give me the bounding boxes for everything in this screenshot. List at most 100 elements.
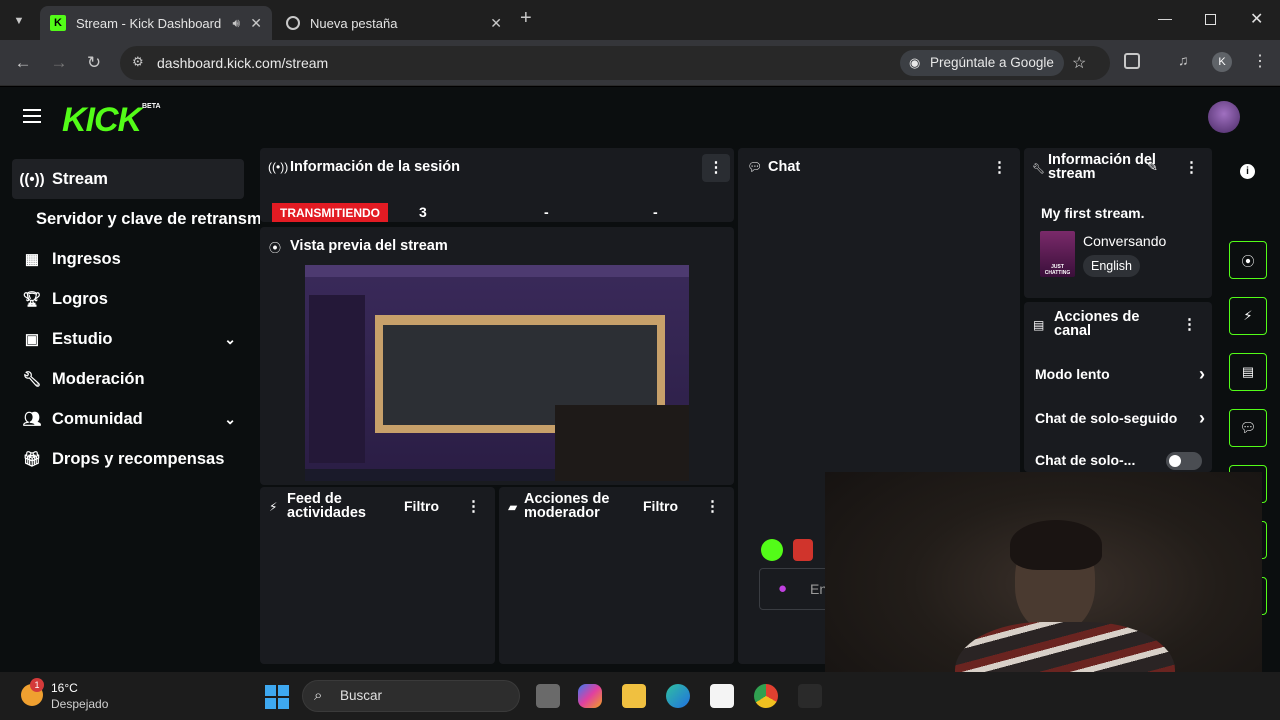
tab-new-tab[interactable]: Nueva pestaña ✕	[276, 6, 512, 40]
category-name[interactable]: Conversando	[1083, 233, 1166, 249]
store-icon[interactable]	[710, 684, 734, 708]
microphone-icon[interactable]: ●	[778, 580, 787, 597]
panel-menu-icon[interactable]: ⋮	[1182, 315, 1197, 333]
reload-icon[interactable]: ↻	[83, 52, 105, 74]
category-thumbnail: JUST CHATTING	[1040, 231, 1075, 277]
filter-button[interactable]: Filtro	[643, 498, 678, 514]
forward-icon[interactable]: →	[48, 52, 70, 74]
sidebar-item-drops[interactable]: 🎁︎ Drops y recompensas	[12, 439, 244, 479]
sidebar-item-ingresos[interactable]: ▦ Ingresos	[12, 239, 244, 279]
session-stat: -	[544, 204, 549, 220]
panel-menu-icon[interactable]: ⋮	[1184, 158, 1199, 176]
daw-browser-panel	[309, 295, 365, 463]
sidebar-item-label: Moderación	[52, 369, 145, 388]
ask-google-button[interactable]: ◉ Pregúntale a Google	[900, 50, 1064, 76]
edit-pencil-icon[interactable]: ✎	[1147, 159, 1158, 175]
speaker-icon: 🔊︎	[232, 15, 240, 30]
extensions-icon[interactable]	[1124, 53, 1140, 69]
emote-icon[interactable]	[793, 539, 813, 561]
url-text: dashboard.kick.com/stream	[157, 55, 329, 71]
filter-button[interactable]: Filtro	[404, 498, 439, 514]
copilot-icon[interactable]	[578, 684, 602, 708]
sidebar-item-estudio[interactable]: ▣ Estudio ⌄	[12, 319, 244, 359]
wrench-icon: 🔧︎	[1032, 164, 1045, 175]
windows-start-icon[interactable]	[265, 685, 289, 709]
followers-only-row[interactable]: Chat de solo-seguido ›	[1035, 408, 1205, 430]
toggle-switch[interactable]	[1166, 452, 1202, 470]
lens-icon: ◉	[909, 55, 921, 70]
info-icon[interactable]: i	[1240, 164, 1255, 179]
tab-kick-dashboard[interactable]: K Stream - Kick Dashboard 🔊︎ ✕	[40, 6, 272, 40]
user-avatar[interactable]	[1208, 101, 1240, 133]
chevron-down-icon: ⌄	[224, 330, 236, 347]
address-bar[interactable]: ⚙ dashboard.kick.com/stream ◉ Pregúntale…	[120, 46, 1110, 80]
profile-avatar[interactable]: K	[1212, 52, 1232, 72]
taskbar-search-input[interactable]: ⌕ Buscar	[302, 680, 520, 712]
bookmark-star-icon[interactable]: ☆	[1072, 53, 1086, 73]
site-info-icon[interactable]: ⚙	[132, 54, 144, 70]
channel-icon: ▤	[1033, 318, 1045, 332]
file-explorer-icon[interactable]	[622, 684, 646, 708]
chrome-icon	[286, 16, 300, 30]
session-info-panel: ((•)) Información de la sesión ⋮ TRANSMI…	[260, 148, 734, 222]
rail-chat-button[interactable]: 💬︎	[1229, 409, 1267, 447]
panel-title: Feed de actividades	[287, 491, 366, 521]
panel-menu-icon[interactable]: ⋮	[705, 497, 720, 515]
stream-info-panel: 🔧︎ Información del stream ✎ ⋮ My first s…	[1024, 148, 1212, 298]
rail-activity-button[interactable]: ⚡︎	[1229, 297, 1267, 335]
media-control-icon[interactable]: ♫	[1178, 52, 1189, 68]
session-stat: -	[653, 204, 658, 220]
notification-badge: 1	[30, 678, 44, 692]
weather-widget[interactable]: 1 16°C Despejado	[18, 678, 118, 714]
windows-taskbar: 1 16°C Despejado ⌕ Buscar	[0, 672, 1280, 720]
community-icon: 👥︎	[22, 411, 42, 428]
chat-icon: 💬︎	[747, 160, 763, 174]
slow-mode-row[interactable]: Modo lento ›	[1035, 364, 1205, 386]
panel-title: Acciones de canal	[1054, 309, 1140, 339]
sidebar-item-logros[interactable]: 🏆︎ Logros	[12, 279, 244, 319]
panel-menu-icon[interactable]: ⋮	[466, 497, 481, 515]
stream-preview-video[interactable]	[305, 265, 689, 481]
trophy-icon: 🏆︎	[22, 291, 42, 308]
hamburger-menu-icon[interactable]	[23, 109, 41, 123]
sidebar-item-stream[interactable]: ((•)) Stream	[12, 159, 244, 199]
live-status-badge: TRANSMITIENDO	[272, 203, 388, 222]
action-label: Chat de solo-...	[1035, 452, 1136, 468]
panel-title: Acciones de moderador	[524, 491, 610, 521]
daw-toolbar	[305, 265, 689, 277]
panel-title: Chat	[768, 159, 801, 175]
close-tab-icon[interactable]: ✕	[490, 15, 502, 32]
activity-feed-panel: ⚡︎ Feed de actividades Filtro ⋮	[260, 487, 495, 664]
new-tab-button[interactable]: +	[520, 7, 532, 30]
app-icon[interactable]	[798, 684, 822, 708]
rail-notes-button[interactable]: ▤	[1229, 353, 1267, 391]
subs-only-row[interactable]: Chat de solo-...	[1035, 452, 1205, 472]
tab-search-button[interactable]: ▼	[8, 10, 30, 32]
revenue-icon: ▦	[24, 251, 40, 268]
lightning-icon: ⚡︎	[269, 500, 278, 514]
preview-icon: ⦿	[1241, 253, 1255, 269]
restore-icon[interactable]	[1205, 14, 1216, 25]
kick-logo[interactable]: KICK	[62, 101, 142, 140]
browser-menu-icon[interactable]: ⋮	[1252, 51, 1268, 71]
emote-icon[interactable]	[761, 539, 783, 561]
panel-menu-icon[interactable]: ⋮	[992, 158, 1007, 176]
viewer-count: 3	[419, 204, 427, 220]
sidebar-item-moderacion[interactable]: 🔧︎ Moderación	[12, 359, 244, 399]
chrome-icon[interactable]	[754, 684, 778, 708]
sidebar-item-comunidad[interactable]: 👥︎ Comunidad ⌄	[12, 399, 244, 439]
back-icon[interactable]: ←	[12, 52, 34, 74]
panel-title: Vista previa del stream	[290, 238, 448, 254]
language-badge: English	[1083, 255, 1140, 277]
edge-icon[interactable]	[666, 684, 690, 708]
close-tab-icon[interactable]: ✕	[250, 15, 262, 32]
task-view-icon[interactable]	[536, 684, 560, 708]
minimize-icon[interactable]: —	[1158, 10, 1172, 26]
chevron-right-icon: ›	[1199, 364, 1205, 384]
rail-preview-button[interactable]: ⦿	[1229, 241, 1267, 279]
panel-menu-icon[interactable]: ⋮	[702, 154, 730, 182]
chevron-down-icon: ⌄	[224, 410, 236, 427]
close-window-icon[interactable]: ✕	[1250, 9, 1263, 29]
sidebar-item-server-key[interactable]: Servidor y clave de retransm	[36, 199, 260, 239]
action-label: Chat de solo-seguido	[1035, 410, 1178, 426]
